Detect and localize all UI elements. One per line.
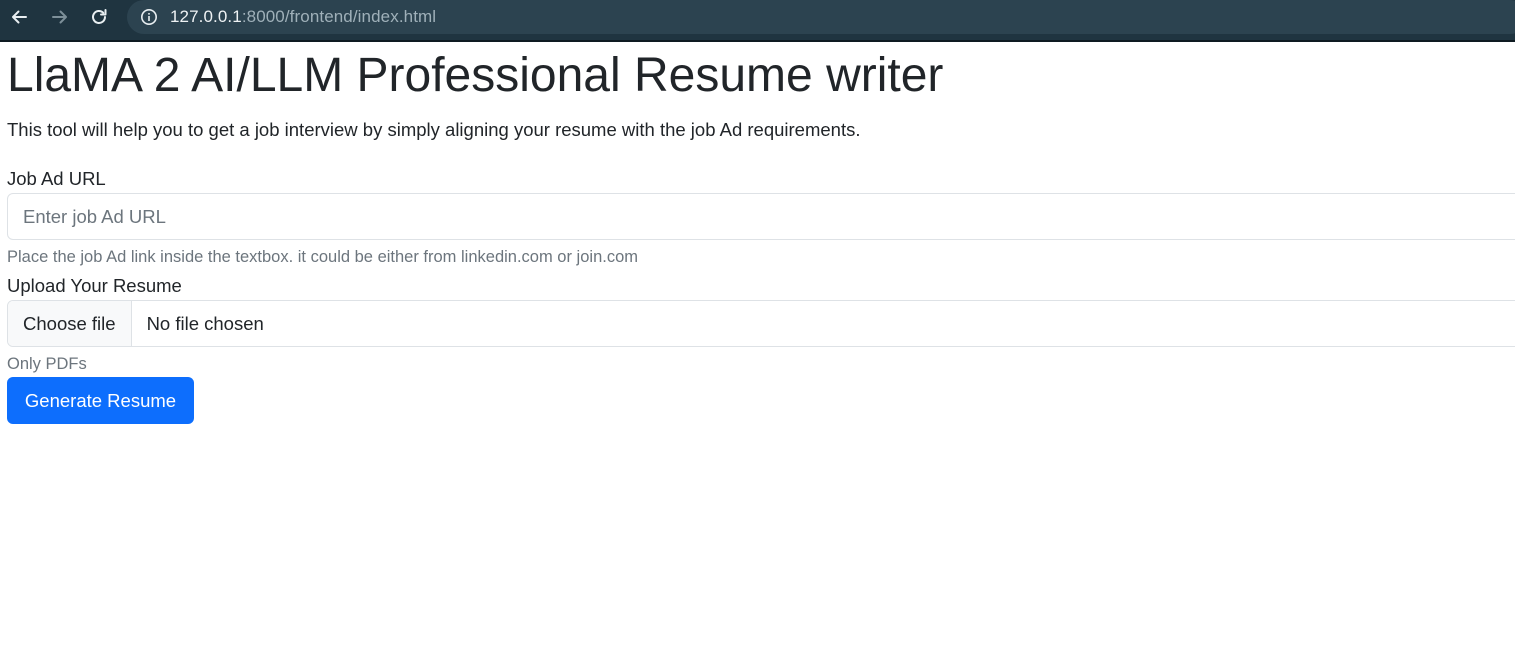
resume-upload-label: Upload Your Resume <box>7 275 182 296</box>
resume-help-text: Only PDFs <box>7 355 87 373</box>
url-text: 127.0.0.1:8000/frontend/index.html <box>170 7 436 27</box>
page-description: This tool will help you to get a job int… <box>7 119 861 140</box>
generate-resume-button[interactable]: Generate Resume <box>7 377 194 424</box>
url-path: :8000/frontend/index.html <box>241 7 437 26</box>
address-bar[interactable]: 127.0.0.1:8000/frontend/index.html <box>127 0 1515 34</box>
choose-file-button[interactable]: Choose file <box>8 301 132 346</box>
page-content: LlaMA 2 AI/LLM Professional Resume write… <box>0 42 1515 646</box>
back-button[interactable] <box>6 5 32 29</box>
job-url-help-text: Place the job Ad link inside the textbox… <box>7 248 638 266</box>
page-title: LlaMA 2 AI/LLM Professional Resume write… <box>7 49 944 102</box>
forward-button[interactable] <box>47 5 73 29</box>
reload-button[interactable] <box>86 5 112 29</box>
job-url-input[interactable] <box>7 193 1515 240</box>
browser-toolbar: 127.0.0.1:8000/frontend/index.html <box>0 0 1515 42</box>
file-status-text: No file chosen <box>146 312 264 334</box>
url-host: 127.0.0.1 <box>170 7 242 26</box>
job-url-label: Job Ad URL <box>7 168 106 189</box>
forward-arrow-icon <box>52 10 67 24</box>
back-arrow-icon <box>12 10 27 24</box>
reload-icon <box>92 9 107 24</box>
info-icon <box>141 9 157 25</box>
site-info-button[interactable] <box>139 7 159 27</box>
resume-file-input[interactable]: Choose file No file chosen <box>7 300 1515 347</box>
